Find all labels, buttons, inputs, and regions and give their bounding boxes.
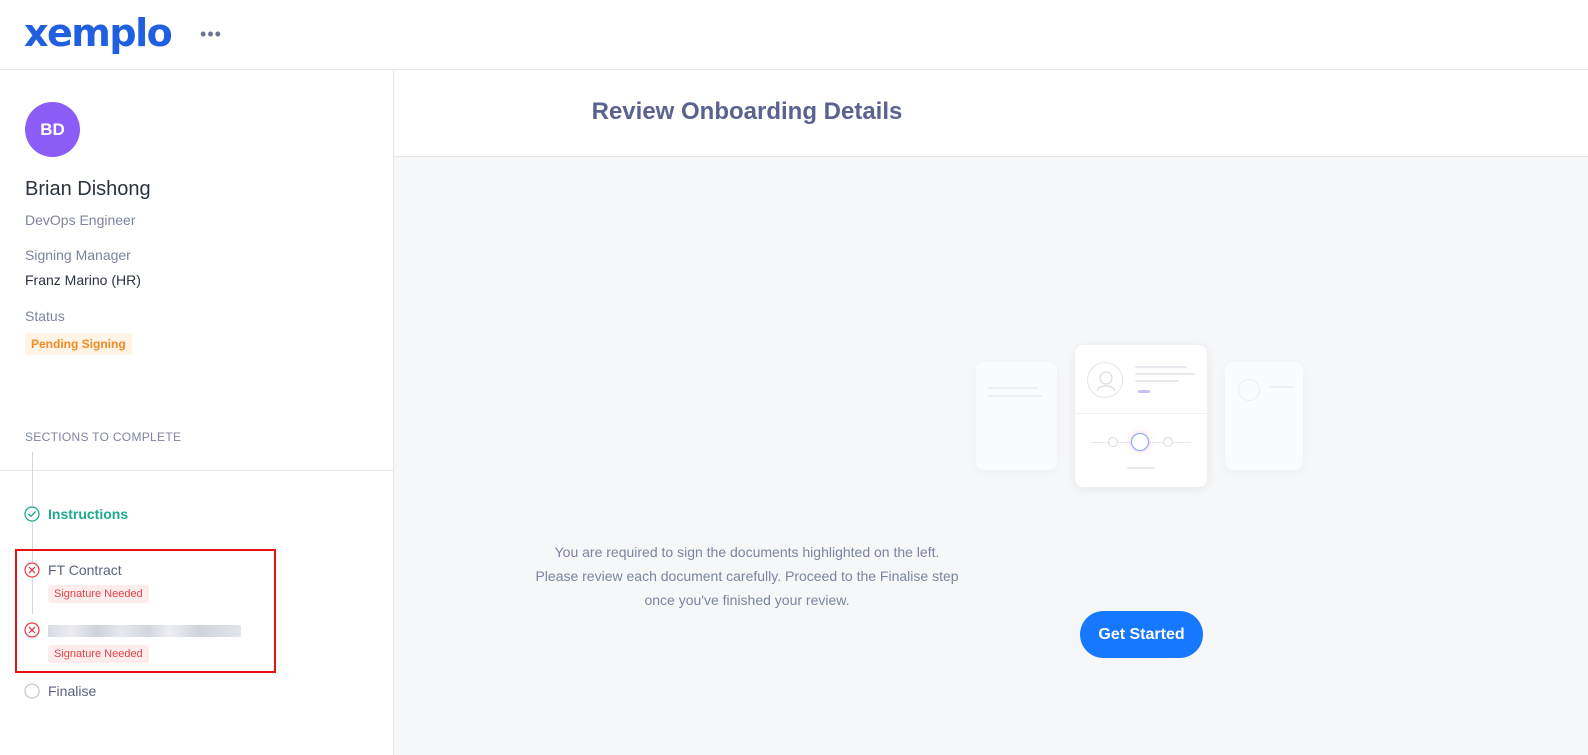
instruction-line-1: You are required to sign the documents h… [554,544,940,560]
status-label: Status [25,308,65,324]
sections-heading: SECTIONS TO COMPLETE [25,430,182,444]
illustration-card-right [1225,362,1303,470]
employee-role: DevOps Engineer [25,212,136,228]
get-started-button[interactable]: Get Started [1080,611,1203,658]
check-circle-icon [24,506,40,522]
signature-needed-badge: Signature Needed [48,645,149,663]
xemplo-logo[interactable]: xemplo [24,11,173,55]
step-instructions[interactable]: Instructions [48,506,128,522]
illustration-card-left [976,362,1057,470]
page-title: Review Onboarding Details [591,98,903,125]
status-badge: Pending Signing [25,333,132,355]
step-redacted-document[interactable] [48,625,241,637]
illustration-card-center [1075,345,1207,487]
employee-name: Brian Dishong [25,178,151,200]
instruction-line-3: once you've finished your review. [644,592,850,608]
ellipsis-icon[interactable]: ••• [200,20,222,48]
instruction-line-2: Please review each document carefully. P… [535,568,959,584]
timeline-connector [32,452,33,614]
empty-circle-icon [24,683,40,699]
step-finalise[interactable]: Finalise [48,683,96,699]
sidebar-divider [0,470,393,471]
signing-manager-value: Franz Marino (HR) [25,272,141,288]
signing-manager-label: Signing Manager [25,247,131,263]
x-circle-icon [24,622,40,638]
top-header: xemplo ••• [0,0,1588,70]
